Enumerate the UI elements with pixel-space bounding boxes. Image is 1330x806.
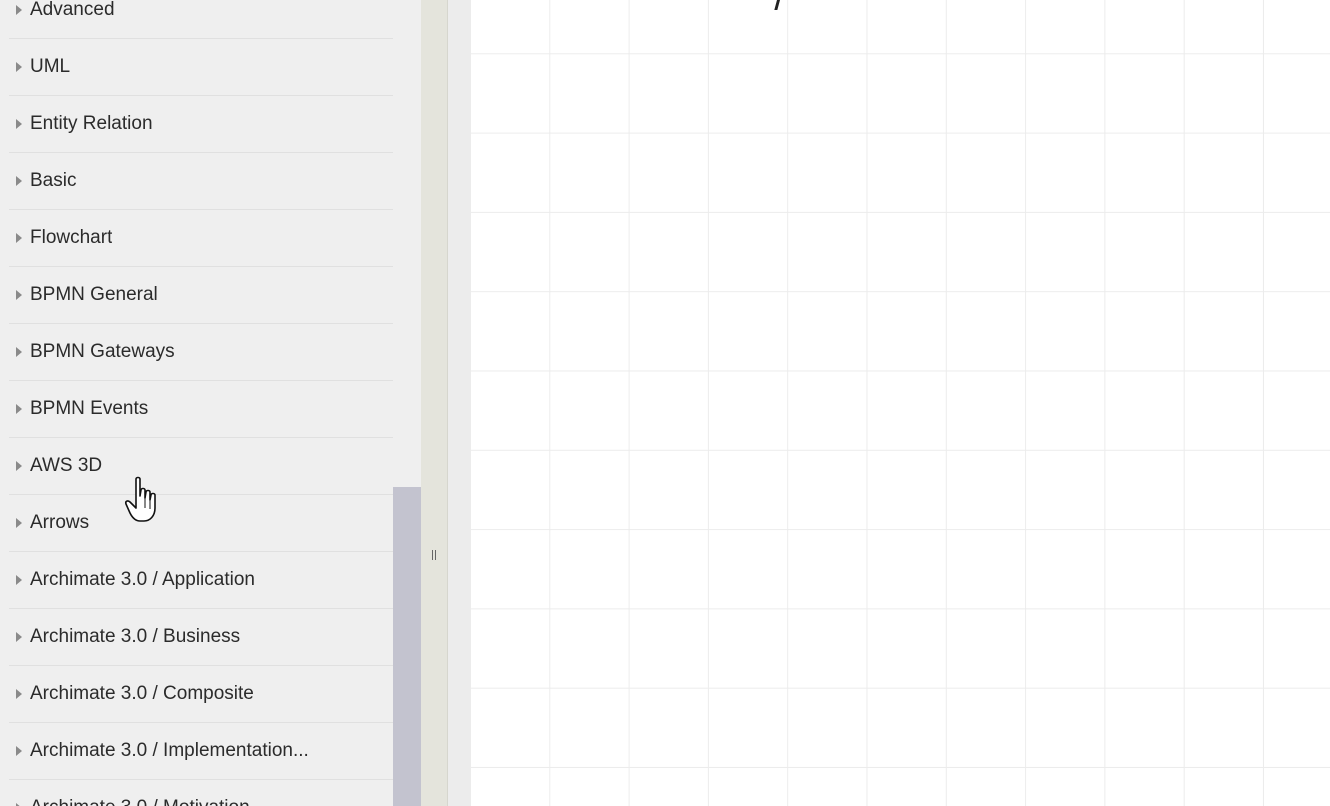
category-bpmn-general[interactable]: BPMN General [9, 267, 393, 324]
category-label: BPMN Gateways [30, 341, 175, 362]
category-label: Basic [30, 170, 77, 191]
sidebar-scrollbar[interactable] [393, 0, 421, 806]
category-uml[interactable]: UML [9, 39, 393, 96]
grip-handle-icon [432, 550, 436, 560]
category-label: Advanced [30, 0, 115, 20]
diagram-canvas[interactable] [470, 0, 1330, 806]
triangle-right-icon [16, 290, 22, 300]
category-archimate-composite[interactable]: Archimate 3.0 / Composite [9, 666, 393, 723]
category-label: Archimate 3.0 / Motivation [30, 797, 250, 806]
category-archimate-application[interactable]: Archimate 3.0 / Application [9, 552, 393, 609]
app-window: Advanced UML Entity Relation Basic Flowc… [0, 0, 1330, 806]
triangle-right-icon [16, 176, 22, 186]
canvas-gutter [448, 0, 470, 806]
category-label: AWS 3D [30, 455, 103, 476]
triangle-right-icon [16, 518, 22, 528]
category-bpmn-gateways[interactable]: BPMN Gateways [9, 324, 393, 381]
category-label: BPMN Events [30, 398, 149, 419]
category-basic[interactable]: Basic [9, 153, 393, 210]
triangle-right-icon [16, 689, 22, 699]
triangle-right-icon [16, 461, 22, 471]
triangle-right-icon [16, 347, 22, 357]
category-entity-relation[interactable]: Entity Relation [9, 96, 393, 153]
category-label: Archimate 3.0 / Implementation... [30, 740, 309, 761]
triangle-right-icon [16, 5, 22, 15]
category-label: BPMN General [30, 284, 158, 305]
shape-category-list: Advanced UML Entity Relation Basic Flowc… [9, 0, 393, 806]
shape-library-sidebar: Advanced UML Entity Relation Basic Flowc… [0, 0, 393, 806]
canvas-text-fragment [772, 0, 786, 16]
category-label: UML [30, 56, 71, 77]
panel-splitter[interactable] [421, 0, 448, 806]
triangle-right-icon [16, 62, 22, 72]
category-arrows[interactable]: Arrows [9, 495, 393, 552]
triangle-right-icon [16, 119, 22, 129]
category-advanced[interactable]: Advanced [9, 0, 393, 39]
category-aws-3d[interactable]: AWS 3D [9, 438, 393, 495]
category-label: Flowchart [30, 227, 113, 248]
category-flowchart[interactable]: Flowchart [9, 210, 393, 267]
category-label: Arrows [30, 512, 90, 533]
triangle-right-icon [16, 233, 22, 243]
category-archimate-implementation[interactable]: Archimate 3.0 / Implementation... [9, 723, 393, 780]
category-archimate-motivation[interactable]: Archimate 3.0 / Motivation [9, 780, 393, 806]
category-label: Archimate 3.0 / Business [30, 626, 241, 647]
category-archimate-business[interactable]: Archimate 3.0 / Business [9, 609, 393, 666]
triangle-right-icon [16, 746, 22, 756]
scrollbar-thumb[interactable] [393, 487, 421, 806]
category-label: Archimate 3.0 / Composite [30, 683, 254, 704]
category-label: Entity Relation [30, 113, 153, 134]
triangle-right-icon [16, 575, 22, 585]
triangle-right-icon [16, 404, 22, 414]
category-bpmn-events[interactable]: BPMN Events [9, 381, 393, 438]
category-label: Archimate 3.0 / Application [30, 569, 255, 590]
triangle-right-icon [16, 632, 22, 642]
